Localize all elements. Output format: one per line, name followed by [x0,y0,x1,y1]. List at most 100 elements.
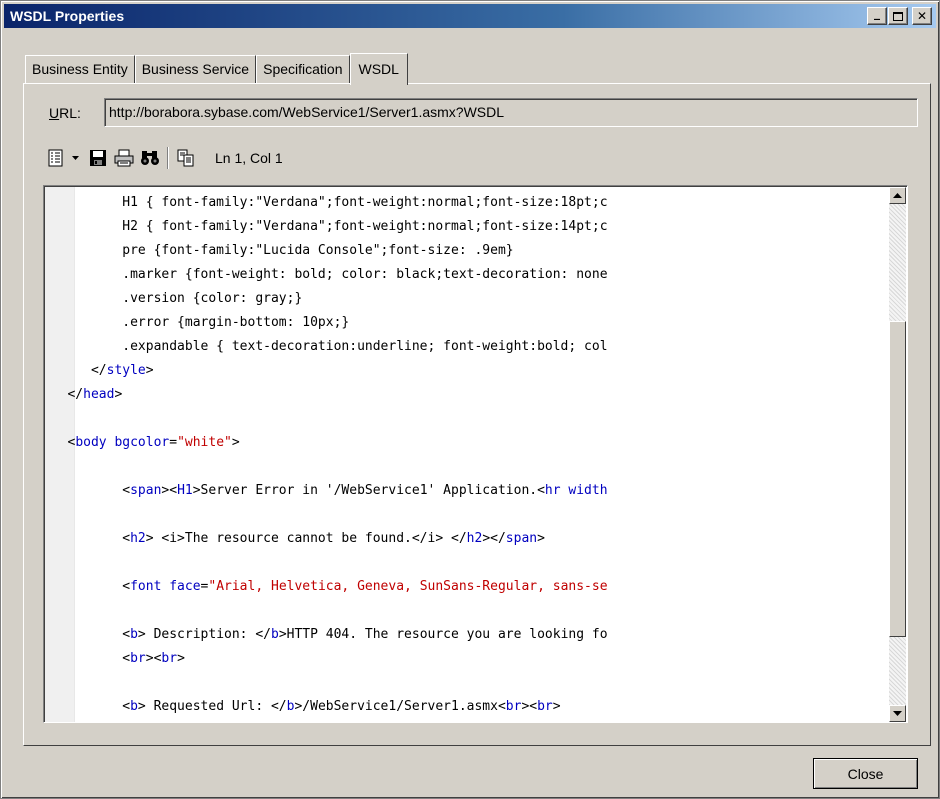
code-token: < [44,699,131,714]
window-title: WSDL Properties [10,8,125,24]
url-field[interactable]: http://borabora.sybase.com/WebService1/S… [104,98,918,127]
code-line: H1 { font-family:"Verdana";font-weight:n… [44,191,888,215]
code-token: < [44,579,131,594]
code-token: b [130,627,138,642]
code-line: H2 { font-family:"Verdana";font-weight:n… [44,215,888,239]
code-token: > <i>The resource cannot be found.</i> <… [145,531,467,546]
code-content: H1 { font-family:"Verdana";font-weight:n… [44,191,888,719]
editor-toolbar: Ln 1, Col 1 [45,144,283,172]
toolbar-separator [167,147,169,169]
print-icon[interactable] [113,147,135,169]
code-line: .marker {font-weight: bold; color: black… [44,263,888,287]
code-token: > [177,651,185,666]
code-line: <body bgcolor="white"> [44,431,888,455]
code-token: "Arial, Helvetica, Geneva, SunSans-Regul… [208,579,608,594]
code-token: .error {margin-bottom: 10px;} [44,315,350,330]
code-token: br [130,651,146,666]
code-token: < [44,483,131,498]
tab-business-service[interactable]: Business Service [134,55,257,83]
code-line: .expandable { text-decoration:underline;… [44,335,888,359]
code-token: br [505,699,522,714]
code-token: H2 { font-family:"Verdana";font-weight:n… [44,219,608,234]
code-token: h2 [466,531,483,546]
close-icon: ✕ [916,9,928,23]
tab-strip: Business Entity Business Service Specifi… [25,53,408,85]
tab-specification[interactable]: Specification [256,55,350,83]
code-line: </style> [44,359,888,383]
cursor-position: Ln 1, Col 1 [215,150,283,166]
arrow-down-icon [893,710,902,716]
code-token: >Server Error in '/WebService1' Applicat… [192,483,545,498]
code-token: > [537,531,545,546]
code-line: <b> Requested Url: </b>/WebService1/Serv… [44,695,888,719]
code-line: pre {font-family:"Lucida Console";font-s… [44,239,888,263]
code-token: >< [161,483,178,498]
vertical-scrollbar[interactable] [889,187,906,722]
copy-icon[interactable] [175,147,197,169]
scroll-down-button[interactable] [889,705,906,722]
maximize-icon [893,11,903,21]
close-window-button[interactable]: ✕ [912,7,932,25]
tab-wsdl[interactable]: WSDL [349,53,408,85]
code-token: b [130,699,138,714]
code-token: < [44,435,76,450]
wsdl-properties-dialog: WSDL Properties _ ✕ Business Entity Busi… [0,0,940,799]
code-token: > [231,435,240,450]
wsdl-code-editor[interactable]: H1 { font-family:"Verdana";font-weight:n… [43,185,908,723]
scrollbar-thumb[interactable] [889,321,906,637]
code-token: >< [521,699,538,714]
maximize-button[interactable] [888,7,908,25]
code-token: >< [145,651,162,666]
code-token: > Description: </ [137,627,271,642]
code-token: </ [44,387,84,402]
save-icon[interactable] [87,147,109,169]
code-token: .version {color: gray;} [44,291,303,306]
code-token: > [145,363,154,378]
code-line: <span><H1>Server Error in '/WebService1'… [44,479,888,503]
code-token: body bgcolor [75,435,170,450]
arrow-up-icon [893,192,902,198]
code-token: .expandable { text-decoration:underline;… [44,339,608,354]
tab-business-entity[interactable]: Business Entity [25,55,135,83]
title-bar[interactable]: WSDL Properties _ ✕ [4,4,936,28]
code-token: h2 [130,531,146,546]
code-token: > [552,699,561,714]
code-token: br [161,651,178,666]
scroll-up-button[interactable] [889,187,906,204]
code-token: > [114,387,123,402]
code-line: <font face="Arial, Helvetica, Geneva, Su… [44,575,888,599]
code-token: >HTTP 404. The resource you are looking … [278,627,608,642]
code-token: < [44,531,131,546]
code-token: > Requested Url: </ [137,699,287,714]
code-token: "white" [177,435,232,450]
code-token: < [44,627,131,642]
find-icon[interactable] [139,147,161,169]
view-menu-icon[interactable] [45,147,67,169]
minimize-button[interactable]: _ [867,6,887,25]
minimize-icon: _ [874,6,880,20]
close-button[interactable]: Close [813,758,918,789]
code-token: span [130,483,162,498]
code-token: span [505,531,538,546]
code-token: b [270,627,279,642]
code-token: </ [44,363,107,378]
code-token: < [44,651,131,666]
url-label: URL: [49,105,81,121]
code-line: <br><br> [44,647,888,671]
code-token: = [169,435,178,450]
dropdown-arrow-icon[interactable] [71,147,81,169]
code-line: .version {color: gray;} [44,287,888,311]
code-token: >/WebService1/Server1.asmx< [294,699,506,714]
code-token: ></ [482,531,506,546]
code-line: <b> Description: </b>HTTP 404. The resou… [44,623,888,647]
code-token: font face [130,579,201,594]
code-line: </head> [44,383,888,407]
code-line: .error {margin-bottom: 10px;} [44,311,888,335]
code-token: br [537,699,553,714]
